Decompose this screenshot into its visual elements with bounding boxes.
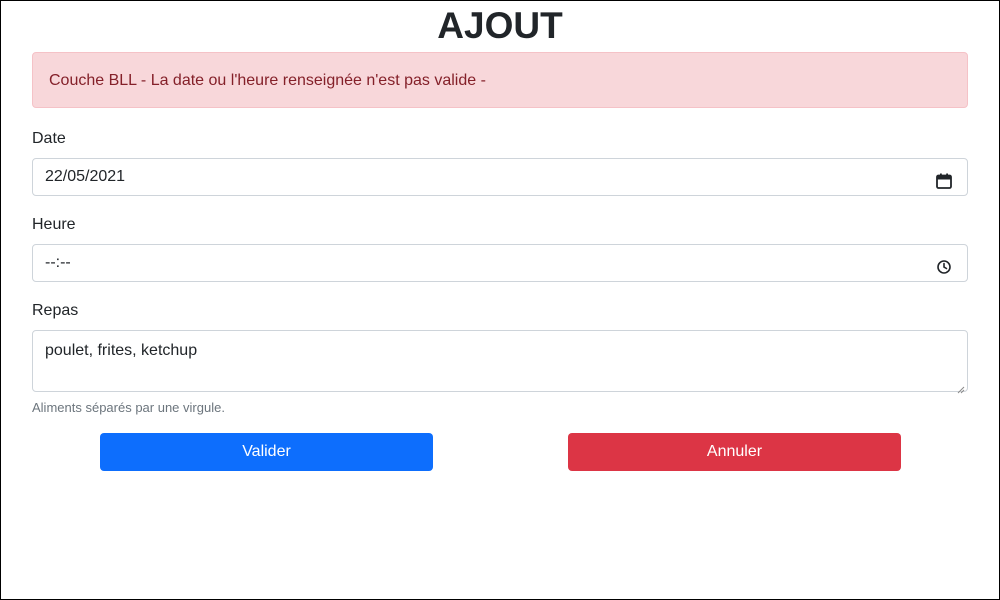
submit-button[interactable]: Valider xyxy=(100,433,433,471)
meal-value: poulet, frites, ketchup xyxy=(45,342,198,359)
date-input[interactable]: 22/05/2021 xyxy=(32,158,968,196)
time-value: --:-- xyxy=(45,254,71,271)
clock-icon[interactable] xyxy=(935,254,953,274)
calendar-icon[interactable] xyxy=(935,168,953,189)
meal-textarea[interactable]: poulet, frites, ketchup xyxy=(32,330,968,394)
date-label: Date xyxy=(32,130,66,147)
meal-help-text: Aliments séparés par une virgule. xyxy=(32,400,225,415)
meal-label: Repas xyxy=(32,302,79,319)
time-input[interactable]: --:-- xyxy=(32,244,968,282)
date-value: 22/05/2021 xyxy=(45,168,126,185)
error-alert: Couche BLL - La date ou l'heure renseign… xyxy=(32,52,968,108)
time-label: Heure xyxy=(32,216,76,233)
app-window: AJOUT Couche BLL - La date ou l'heure re… xyxy=(0,0,1000,600)
resize-handle-icon[interactable] xyxy=(957,381,965,394)
cancel-button[interactable]: Annuler xyxy=(568,433,901,471)
page-title: AJOUT xyxy=(437,5,563,46)
